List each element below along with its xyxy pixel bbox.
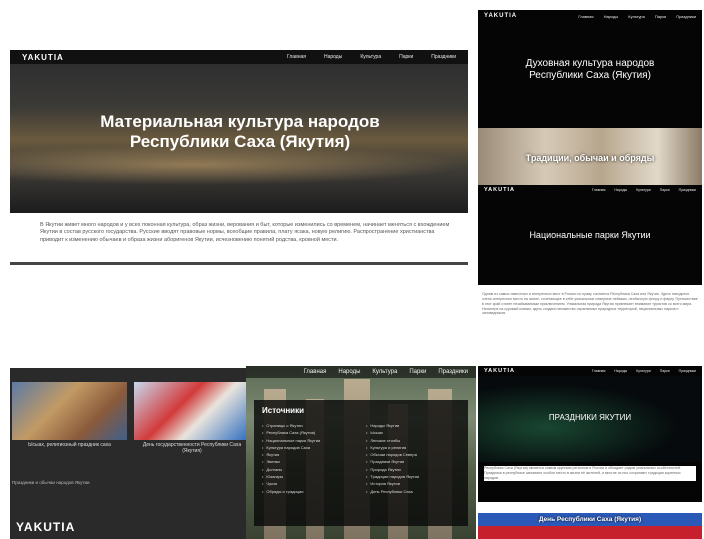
source-link[interactable]: Долганы bbox=[262, 466, 320, 473]
top-navigation: YAKUTIA Главная Народы Культура Парки Пр… bbox=[478, 10, 702, 22]
nav-links: Главная Народы Культура Парки Праздники bbox=[568, 14, 696, 19]
sources-list-right: Народы Якутии Ысыах Ленские столбы Культ… bbox=[366, 422, 419, 495]
holiday-cards-screenshot: Ысыах, религиозный праздник саха День го… bbox=[10, 368, 250, 539]
footer-logo: YAKUTIA bbox=[16, 520, 76, 534]
holidays-intro-text: Республика Саха (Якутия) является самым … bbox=[484, 466, 696, 481]
holiday-card-caption: Ысыах, религиозный праздник саха bbox=[28, 442, 111, 448]
source-link[interactable]: Культура народов Саха bbox=[262, 444, 320, 451]
nav-link-holidays[interactable]: Праздники bbox=[676, 14, 696, 19]
holiday-cards-note: Праздники и обычаи народов Якутии bbox=[12, 480, 90, 485]
holiday-card-image bbox=[134, 382, 250, 440]
nav-link-culture[interactable]: Культура bbox=[372, 369, 397, 375]
site-logo[interactable]: YAKUTIA bbox=[484, 368, 515, 374]
parks-description-text: Одним из самых известных и интересных ме… bbox=[482, 292, 698, 316]
nav-link-parks[interactable]: Парки bbox=[660, 188, 670, 192]
nav-link-culture[interactable]: Культура bbox=[628, 14, 645, 19]
sources-title: Источники bbox=[262, 406, 305, 415]
source-link[interactable]: История Якутии bbox=[366, 480, 419, 487]
nav-link-home[interactable]: Главная bbox=[287, 54, 306, 60]
national-parks-screenshot: YAKUTIA Главная Народы Культура Парки Пр… bbox=[478, 185, 702, 285]
nav-link-peoples[interactable]: Народы bbox=[324, 54, 342, 60]
nav-link-holidays[interactable]: Праздники bbox=[438, 369, 468, 375]
hero-title: Материальная культура народов Республики… bbox=[100, 112, 380, 151]
source-link[interactable]: Республика Саха (Якутия) bbox=[262, 429, 320, 436]
source-link[interactable]: Страницы о Якутии bbox=[262, 422, 320, 429]
nav-link-holidays[interactable]: Праздники bbox=[679, 188, 696, 192]
holiday-card[interactable]: Ысыах, религиозный праздник саха bbox=[12, 382, 127, 456]
source-link[interactable]: Природа Якутии bbox=[366, 466, 419, 473]
source-link[interactable]: Ленские столбы bbox=[366, 437, 419, 444]
source-link[interactable]: Обычаи народов Севера bbox=[366, 451, 419, 458]
nav-link-home[interactable]: Главная bbox=[592, 188, 605, 192]
nav-link-culture[interactable]: Культура bbox=[360, 54, 381, 60]
nav-links: Главная Народы Культура Парки Праздники bbox=[583, 369, 696, 373]
nav-link-home[interactable]: Главная bbox=[592, 369, 605, 373]
top-navigation: Главная Народы Культура Парки Праздники bbox=[246, 366, 476, 378]
source-link[interactable]: Обряды и традиции bbox=[262, 488, 320, 495]
nav-link-peoples[interactable]: Народы bbox=[614, 369, 627, 373]
nav-link-holidays[interactable]: Праздники bbox=[679, 369, 696, 373]
nav-link-culture[interactable]: Культура bbox=[636, 369, 651, 373]
spiritual-culture-screenshot: YAKUTIA Главная Народы Культура Парки Пр… bbox=[478, 10, 702, 188]
nav-link-parks[interactable]: Парки bbox=[409, 369, 426, 375]
sources-list-left: Страницы о Якутии Республика Саха (Якути… bbox=[262, 422, 320, 495]
top-navigation: YAKUTIA Главная Народы Культура Парки Пр… bbox=[478, 366, 702, 376]
source-link[interactable]: Чукчи bbox=[262, 480, 320, 487]
holidays-screenshot: YAKUTIA Главная Народы Культура Парки Пр… bbox=[478, 366, 702, 539]
parks-text-screenshot: Одним из самых известных и интересных ме… bbox=[478, 290, 702, 365]
national-parks-title: Национальные парки Якутии bbox=[529, 230, 651, 240]
source-link[interactable]: День Республики Саха bbox=[366, 488, 419, 495]
nav-link-peoples[interactable]: Народы bbox=[604, 14, 619, 19]
nav-link-peoples[interactable]: Народы bbox=[338, 369, 360, 375]
top-navigation: YAKUTIA Главная Народы Культура Парки Пр… bbox=[10, 50, 468, 64]
source-link[interactable]: Эвенки bbox=[262, 458, 320, 465]
source-link[interactable]: Народы Якутии bbox=[366, 422, 419, 429]
source-link[interactable]: Традиции народов Якутии bbox=[366, 473, 419, 480]
nav-link-parks[interactable]: Парки bbox=[399, 54, 413, 60]
hero-intro-text: В Якутии живет много народов и у всех по… bbox=[40, 222, 450, 243]
site-logo[interactable]: YAKUTIA bbox=[484, 187, 515, 193]
nav-link-parks[interactable]: Парки bbox=[660, 369, 670, 373]
nav-links: Главная Народы Культура Парки Праздники bbox=[292, 369, 468, 375]
traditions-banner-title[interactable]: Традиции, обычаи и обряды bbox=[478, 153, 702, 163]
source-link[interactable]: Ысыах bbox=[366, 429, 419, 436]
nav-link-home[interactable]: Главная bbox=[304, 369, 327, 375]
holiday-card-caption: День государственности Республики Саха (… bbox=[142, 442, 242, 454]
nav-link-peoples[interactable]: Народы bbox=[614, 188, 627, 192]
top-navigation: YAKUTIA Главная Народы Культура Парки Пр… bbox=[478, 185, 702, 195]
nav-link-parks[interactable]: Парки bbox=[655, 14, 666, 19]
sources-box: Источники Страницы о Якутии Республика С… bbox=[254, 400, 468, 526]
source-link[interactable]: Юкагиры bbox=[262, 473, 320, 480]
spiritual-culture-title: Духовная культура народов Республики Сах… bbox=[525, 58, 655, 81]
nav-link-culture[interactable]: Культура bbox=[636, 188, 651, 192]
hero-page-screenshot: YAKUTIA Главная Народы Культура Парки Пр… bbox=[10, 50, 468, 270]
holiday-card[interactable]: День государственности Республики Саха (… bbox=[134, 382, 250, 456]
republic-day-title[interactable]: День Республики Саха (Якутия) bbox=[478, 516, 702, 523]
holidays-title: ПРАЗДНИКИ ЯКУТИИ bbox=[548, 413, 632, 422]
nav-links: Главная Народы Культура Парки Праздники bbox=[583, 188, 696, 192]
source-link[interactable]: Якутия bbox=[262, 451, 320, 458]
site-logo[interactable]: YAKUTIA bbox=[22, 53, 64, 62]
source-link[interactable]: Культура и религия bbox=[366, 444, 419, 451]
section-divider bbox=[10, 262, 468, 265]
nav-link-home[interactable]: Главная bbox=[578, 14, 593, 19]
nav-link-holidays[interactable]: Праздники bbox=[431, 54, 456, 60]
sources-screenshot: Главная Народы Культура Парки Праздники … bbox=[246, 366, 476, 539]
holiday-card-image bbox=[12, 382, 127, 440]
site-logo[interactable]: YAKUTIA bbox=[484, 13, 517, 19]
nav-links: Главная Народы Культура Парки Праздники bbox=[269, 54, 456, 60]
source-link[interactable]: Национальные парки Якутии bbox=[262, 437, 320, 444]
source-link[interactable]: Праздники Якутии bbox=[366, 458, 419, 465]
